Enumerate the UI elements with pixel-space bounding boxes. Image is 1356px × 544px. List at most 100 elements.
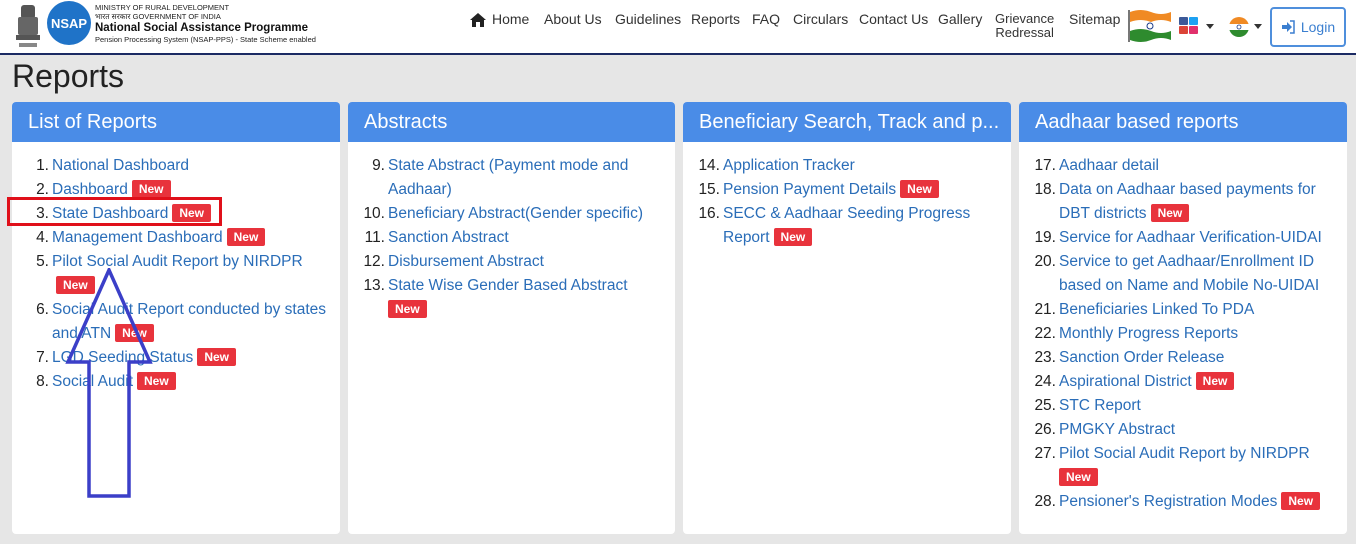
list-item: 12. Disbursement Abstract <box>348 250 675 274</box>
report-link[interactable]: Sanction Abstract <box>388 226 663 250</box>
nav-grievance-line2: Redressal <box>995 25 1054 40</box>
report-link[interactable]: Monthly Progress Reports <box>1059 322 1339 346</box>
nav-about-us[interactable]: About Us <box>544 11 602 27</box>
list-item: 1. National Dashboard <box>12 154 340 178</box>
report-link[interactable]: Aadhaar detail <box>1059 154 1339 178</box>
list-item: 13. State Wise Gender Based Abstract New <box>348 274 675 322</box>
nav-grievance-line1: Grievance <box>995 11 1055 26</box>
list-item: 20. Service to get Aadhaar/Enrollment ID … <box>1019 250 1347 298</box>
nav-reports[interactable]: Reports <box>691 11 740 27</box>
item-number: 13. <box>363 277 385 294</box>
new-badge: New <box>900 180 939 198</box>
item-number: 1. <box>36 157 49 174</box>
item-number: 5. <box>36 253 49 270</box>
item-number: 26. <box>1034 421 1056 438</box>
login-label: Login <box>1300 19 1336 35</box>
list-item: 22. Monthly Progress Reports <box>1019 322 1347 346</box>
chevron-down-icon[interactable] <box>1206 24 1214 29</box>
page-title: Reports <box>12 58 125 94</box>
highlight-box <box>7 197 222 226</box>
nav-faq[interactable]: FAQ <box>752 11 780 27</box>
new-badge: New <box>131 180 171 198</box>
nav-gallery[interactable]: Gallery <box>938 11 982 27</box>
list-item: 18. Data on Aadhaar based payments for DB… <box>1019 178 1347 226</box>
item-number: 28. <box>1034 493 1056 510</box>
brand-block: MINISTRY OF RURAL DEVELOPMENT भारत सरकार… <box>95 3 325 44</box>
report-link[interactable]: Pension Payment Details New <box>723 178 999 202</box>
item-number: 17. <box>1034 157 1056 174</box>
nsap-logo[interactable]: NSAP <box>47 1 91 45</box>
up-arrow-annotation <box>65 268 153 498</box>
report-list: 14. Application Tracker 15. Pension Paymen… <box>683 142 1011 250</box>
nav-contact-us[interactable]: Contact Us <box>859 11 928 27</box>
report-link[interactable]: Data on Aadhaar based payments for DBT d… <box>1059 178 1339 226</box>
new-badge: New <box>1150 204 1190 222</box>
report-link[interactable]: PMGKY Abstract <box>1059 418 1339 442</box>
item-number: 16. <box>698 205 720 222</box>
report-link[interactable]: Disbursement Abstract <box>388 250 663 274</box>
item-number: 14. <box>698 157 720 174</box>
item-number: 23. <box>1034 349 1056 366</box>
report-link[interactable]: SECC & Aadhaar Seeding Progress Report Ne… <box>723 202 999 250</box>
list-item: 24. Aspirational District New <box>1019 370 1347 394</box>
item-number: 21. <box>1034 301 1056 318</box>
item-number: 10. <box>363 205 385 222</box>
report-link[interactable]: Service for Aadhaar Verification-UIDAI <box>1059 226 1339 250</box>
item-number: 6. <box>36 301 49 318</box>
list-item: 9. State Abstract (Payment mode and Aadha… <box>348 154 675 202</box>
item-number: 8. <box>36 373 49 390</box>
report-link[interactable]: Application Tracker <box>723 154 999 178</box>
list-item: 19. Service for Aadhaar Verification-UIDA… <box>1019 226 1347 250</box>
report-link[interactable]: Management Dashboard New <box>52 226 328 250</box>
new-badge: New <box>388 300 427 318</box>
nav-guidelines[interactable]: Guidelines <box>615 11 681 27</box>
list-item: 15. Pension Payment Details New <box>683 178 1011 202</box>
government-text: भारत सरकार GOVERNMENT OF INDIA <box>95 12 221 21</box>
list-item: 10. Beneficiary Abstract(Gender specific) <box>348 202 675 226</box>
nav-home[interactable]: Home <box>492 11 529 27</box>
list-item: 14. Application Tracker <box>683 154 1011 178</box>
top-header: NSAP MINISTRY OF RURAL DEVELOPMENT भारत … <box>0 0 1356 55</box>
new-badge: New <box>1281 492 1321 510</box>
report-link[interactable]: State Wise Gender Based Abstract New <box>388 274 663 322</box>
item-number: 9. <box>372 157 385 174</box>
login-button[interactable]: Login <box>1270 7 1346 47</box>
list-item: 16. SECC & Aadhaar Seeding Progress Repor… <box>683 202 1011 250</box>
report-link[interactable]: National Dashboard <box>52 154 328 178</box>
item-number: 4. <box>36 229 49 246</box>
report-link[interactable]: State Abstract (Payment mode and Aadhaar… <box>388 154 663 202</box>
report-link[interactable]: Sanction Order Release <box>1059 346 1339 370</box>
report-link[interactable]: Beneficiaries Linked To PDA <box>1059 298 1339 322</box>
report-link[interactable]: STC Report <box>1059 394 1339 418</box>
new-badge: New <box>773 228 813 246</box>
new-badge: New <box>197 348 236 366</box>
item-number: 20. <box>1034 253 1056 270</box>
list-item: 17. Aadhaar detail <box>1019 154 1347 178</box>
language-flag-icon[interactable] <box>1229 17 1249 37</box>
report-link[interactable]: Aspirational District New <box>1059 370 1339 394</box>
list-item: 25. STC Report <box>1019 394 1347 418</box>
list-item: 4. Management Dashboard New <box>12 226 340 250</box>
chevron-down-icon[interactable] <box>1254 24 1262 29</box>
nav-circulars[interactable]: Circulars <box>793 11 848 27</box>
card-title: Abstracts <box>348 102 675 142</box>
home-icon[interactable] <box>470 13 486 27</box>
card-beneficiary-search: Beneficiary Search, Track and p... 14. Ap… <box>683 102 1011 534</box>
item-number: 15. <box>698 181 720 198</box>
nav-sitemap[interactable]: Sitemap <box>1069 11 1120 27</box>
nav-grievance-redressal[interactable]: Grievance Redressal <box>995 12 1054 40</box>
item-number: 11. <box>364 229 385 246</box>
card-abstracts: Abstracts 9. State Abstract (Payment mode… <box>348 102 675 534</box>
report-link[interactable]: Pensioner's Registration Modes New <box>1059 490 1339 514</box>
item-number: 24. <box>1034 373 1056 390</box>
sign-in-icon <box>1281 20 1295 34</box>
card-aadhaar-reports: Aadhaar based reports 17. Aadhaar detail … <box>1019 102 1347 534</box>
report-link[interactable]: Beneficiary Abstract(Gender specific) <box>388 202 663 226</box>
report-link[interactable]: Service to get Aadhaar/Enrollment ID bas… <box>1059 250 1339 298</box>
item-number: 7. <box>36 349 49 366</box>
report-link[interactable]: Pilot Social Audit Report by NIRDPR New <box>1059 442 1339 490</box>
social-icons[interactable] <box>1179 17 1201 35</box>
list-item: 23. Sanction Order Release <box>1019 346 1347 370</box>
emblem-icon <box>16 5 40 47</box>
list-item: 11. Sanction Abstract <box>348 226 675 250</box>
